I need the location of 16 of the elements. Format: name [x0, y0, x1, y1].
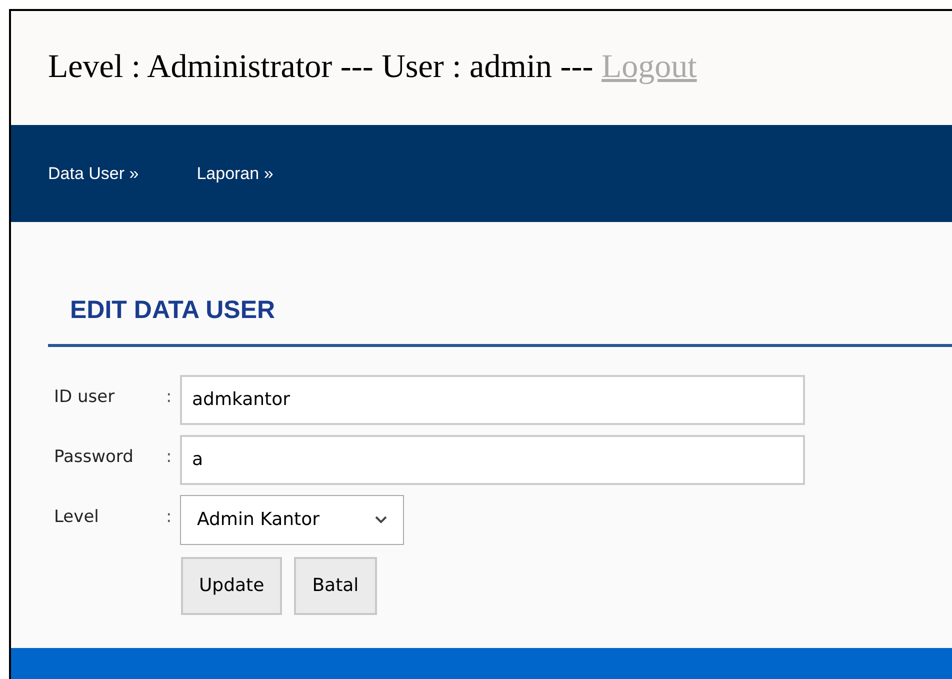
user-info: Level : Administrator --- User : admin --- Logout [48, 48, 697, 88]
nav-link[interactable]: Laporan » [196, 160, 274, 186]
field-label: Password [54, 446, 134, 468]
colon: : [166, 386, 173, 408]
chevron-down-icon [375, 516, 387, 524]
form-title: EDIT DATA USER [70, 296, 276, 324]
form-button[interactable]: Update [181, 556, 282, 614]
colon: : [166, 446, 173, 468]
text-field[interactable]: a [180, 434, 805, 484]
form-button[interactable]: Batal [294, 556, 377, 614]
level-select[interactable]: Admin Kantor [180, 494, 404, 544]
colon: : [166, 506, 173, 528]
text-field[interactable]: admkantor [180, 374, 805, 424]
field-label: ID user [54, 386, 116, 408]
nav-link[interactable]: Data User » [48, 160, 139, 186]
field-label: Level [54, 506, 100, 528]
